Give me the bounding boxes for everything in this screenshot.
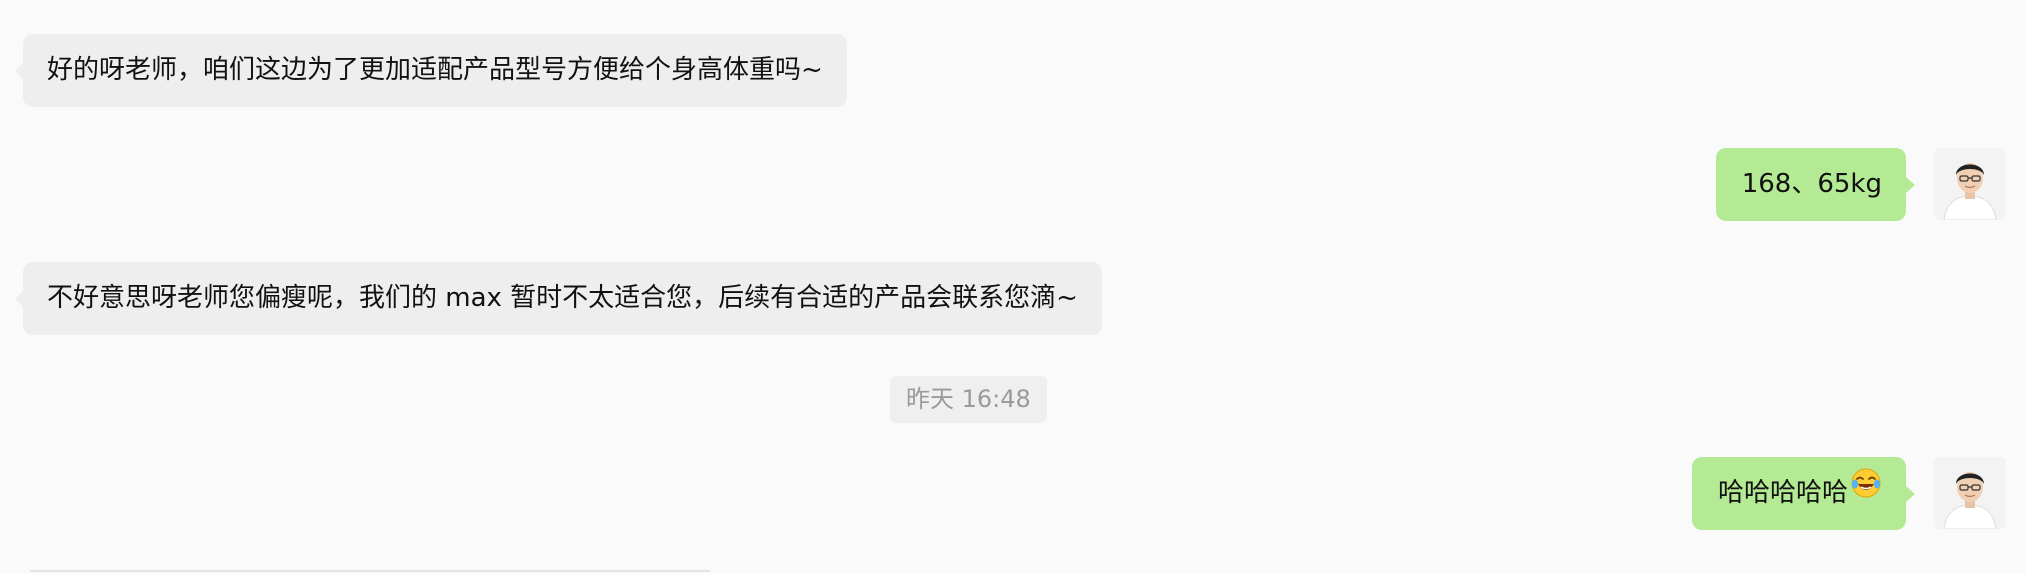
outgoing-message-bubble[interactable]: 168、65kg	[1715, 148, 1916, 221]
tears-of-joy-emoji-icon	[1850, 455, 1882, 528]
message-text: 不好意思呀老师您偏瘦呢，我们的 max 暂时不太适合您，后续有合适的产品会联系您…	[47, 283, 1078, 313]
message-timestamp: 昨天 16:48	[890, 376, 1047, 423]
timestamp-text: 昨天 16:48	[906, 385, 1031, 413]
message-text: 168、65kg	[1741, 169, 1882, 199]
divider	[30, 570, 710, 572]
message-text: 哈哈哈哈哈	[1717, 478, 1848, 508]
user-avatar-icon[interactable]	[1934, 148, 2006, 220]
incoming-message-bubble[interactable]: 好的呀老师，咱们这边为了更加适配产品型号方便给个身高体重吗~	[15, 34, 847, 107]
outgoing-message-bubble[interactable]: 哈哈哈哈哈	[1691, 455, 1916, 530]
message-text: 好的呀老师，咱们这边为了更加适配产品型号方便给个身高体重吗~	[47, 55, 823, 85]
user-avatar-icon[interactable]	[1934, 457, 2006, 529]
incoming-message-bubble[interactable]: 不好意思呀老师您偏瘦呢，我们的 max 暂时不太适合您，后续有合适的产品会联系您…	[15, 262, 1102, 335]
